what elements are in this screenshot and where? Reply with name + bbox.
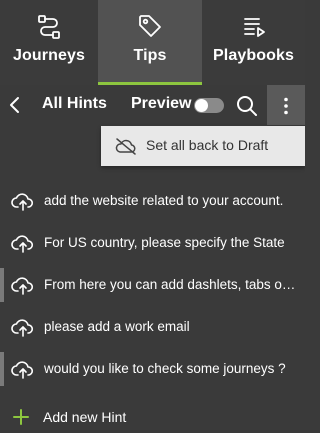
hint-text: For US country, please specify the State [44, 235, 285, 250]
list-play-icon [243, 18, 265, 37]
more-options-menu: Set all back to Draft [101, 126, 305, 166]
menu-item-set-all-draft[interactable]: Set all back to Draft [101, 126, 305, 166]
cloud-off-icon [115, 138, 136, 155]
route-icon [38, 15, 60, 39]
cloud-upload-icon [11, 193, 34, 211]
hint-list: add the website related to your account.… [0, 180, 305, 390]
hint-status-marker [0, 268, 4, 302]
tab-tips[interactable]: Tips [98, 0, 202, 85]
page-title: All Hints [42, 95, 107, 112]
cloud-upload-icon [11, 319, 34, 337]
top-tab-bar: Journeys Tips Playbooks [0, 0, 305, 85]
hint-list-item[interactable]: From here you can add dashlets, tabs or … [0, 264, 305, 306]
toggle-knob [195, 99, 208, 112]
more-options-button[interactable] [267, 85, 305, 125]
tab-tips-label: Tips [133, 47, 167, 64]
more-vertical-icon [284, 97, 288, 115]
cloud-upload-icon [11, 235, 34, 253]
plus-icon [13, 409, 29, 425]
chevron-left-icon[interactable] [6, 95, 24, 115]
cloud-upload-icon [11, 361, 34, 379]
tab-journeys[interactable]: Journeys [0, 0, 98, 85]
hint-status-marker [0, 352, 4, 386]
tag-icon [139, 15, 161, 37]
preview-toggle[interactable] [194, 98, 224, 113]
hint-text: would you like to check some journeys ? [44, 361, 286, 376]
hint-text: From here you can add dashlets, tabs or … [44, 277, 299, 292]
hint-list-item[interactable]: add the website related to your account. [0, 180, 305, 222]
hint-list-item[interactable]: please add a work email [0, 306, 305, 348]
tab-playbooks-label: Playbooks [213, 47, 294, 64]
add-new-hint-label: Add new Hint [43, 409, 127, 425]
tab-journeys-label: Journeys [13, 47, 85, 64]
menu-item-label: Set all back to Draft [146, 137, 269, 153]
hints-panel: Journeys Tips Playbooks All Hints Previe… [0, 0, 305, 433]
hints-toolbar: All Hints Preview [0, 85, 305, 125]
hint-text: please add a work email [44, 319, 190, 334]
tab-playbooks[interactable]: Playbooks [202, 0, 305, 85]
add-new-hint-button[interactable]: Add new Hint [0, 398, 305, 433]
search-icon[interactable] [235, 94, 259, 118]
hint-list-item[interactable]: would you like to check some journeys ? [0, 348, 305, 390]
preview-label: Preview [131, 95, 192, 112]
hint-text: add the website related to your account. [44, 193, 284, 208]
hint-list-item[interactable]: For US country, please specify the State [0, 222, 305, 264]
cloud-upload-icon [11, 277, 34, 295]
